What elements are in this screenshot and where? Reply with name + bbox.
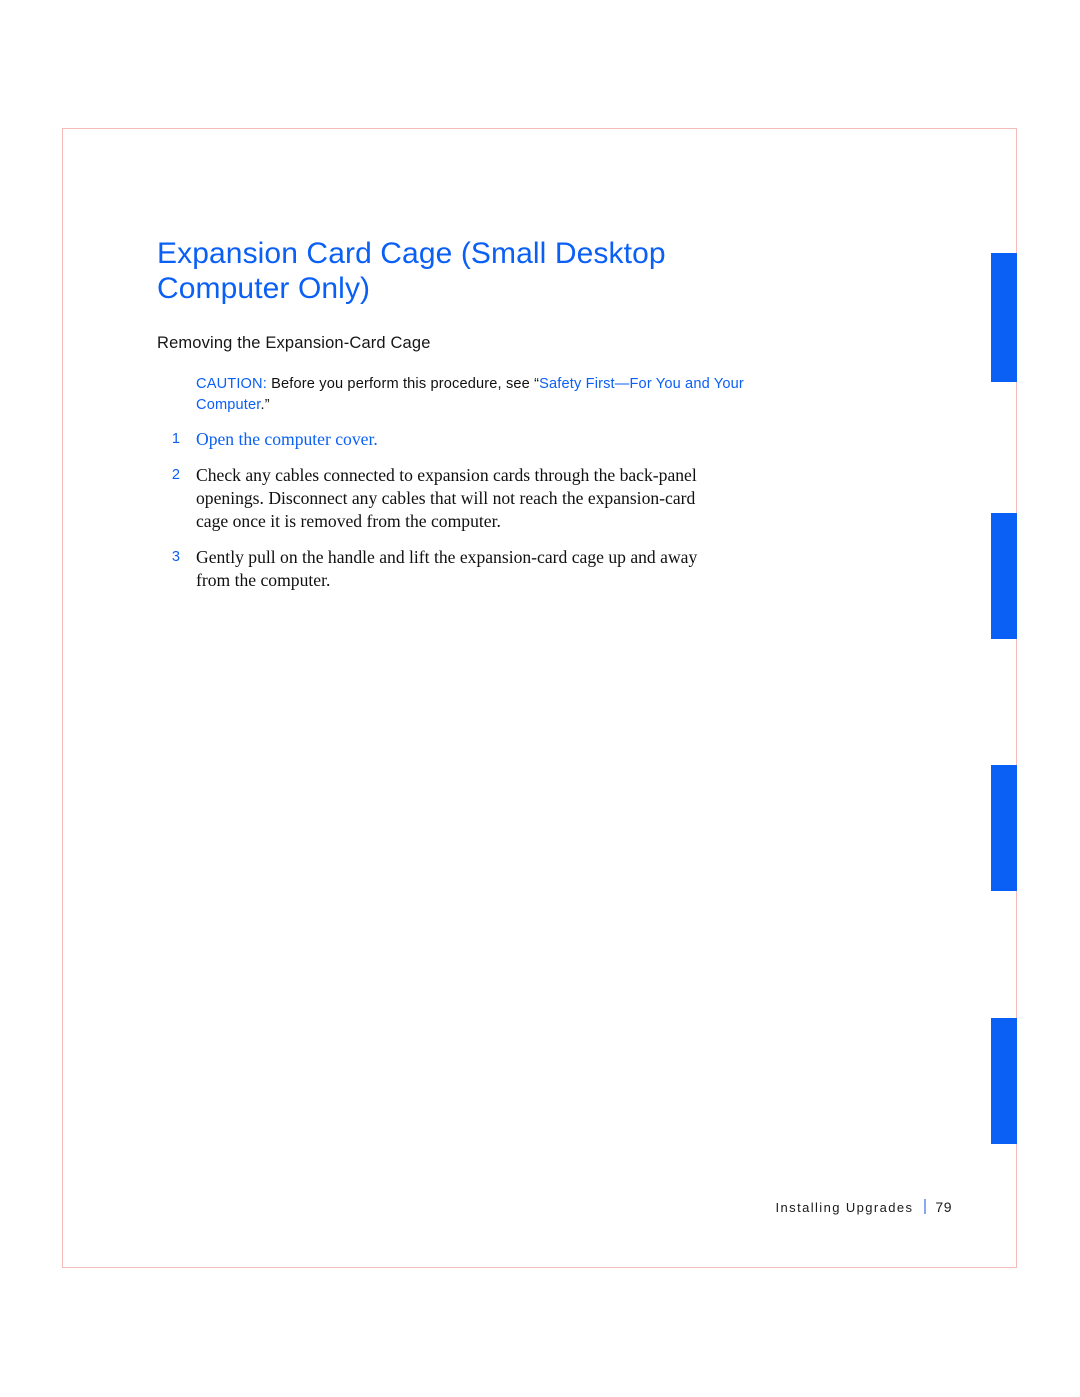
chapter-tab-marker-1 <box>991 253 1017 382</box>
caution-label: CAUTION: <box>196 376 267 392</box>
chapter-tab-marker-2 <box>991 513 1017 639</box>
page-content: Expansion Card Cage (Small Desktop Compu… <box>157 236 857 605</box>
procedure-step: 2 Check any cables connected to expansion… <box>157 464 726 533</box>
step-text: Check any cables connected to expansion … <box>196 465 697 531</box>
section-heading: Removing the Expansion-Card Cage <box>157 334 431 352</box>
step-text-link[interactable]: Open the computer cover. <box>196 429 378 449</box>
caution-body-after: .” <box>260 396 270 413</box>
step-number: 3 <box>171 549 180 565</box>
page-footer: Installing Upgrades 79 <box>62 1199 952 1215</box>
chapter-tab-marker-4 <box>991 1018 1017 1144</box>
step-number: 1 <box>171 431 180 447</box>
page-number: 79 <box>935 1199 952 1215</box>
footer-separator-rule <box>924 1199 927 1214</box>
page-title: Expansion Card Cage (Small Desktop Compu… <box>157 237 666 305</box>
step-number: 2 <box>171 467 180 483</box>
caution-note: CAUTION: Before you perform this procedu… <box>196 374 751 415</box>
procedure-step-list: 1 Open the computer cover. 2 Check any cabl… <box>157 428 857 592</box>
step-text: Gently pull on the handle and lift the e… <box>196 547 698 590</box>
caution-body-before: Before you perform this procedure, see “ <box>266 376 540 392</box>
procedure-step: 1 Open the computer cover. <box>157 428 726 451</box>
footer-section-name: Installing Upgrades <box>775 1200 914 1215</box>
chapter-tab-marker-3 <box>991 765 1017 891</box>
procedure-step: 3 Gently pull on the handle and lift the … <box>157 546 726 592</box>
